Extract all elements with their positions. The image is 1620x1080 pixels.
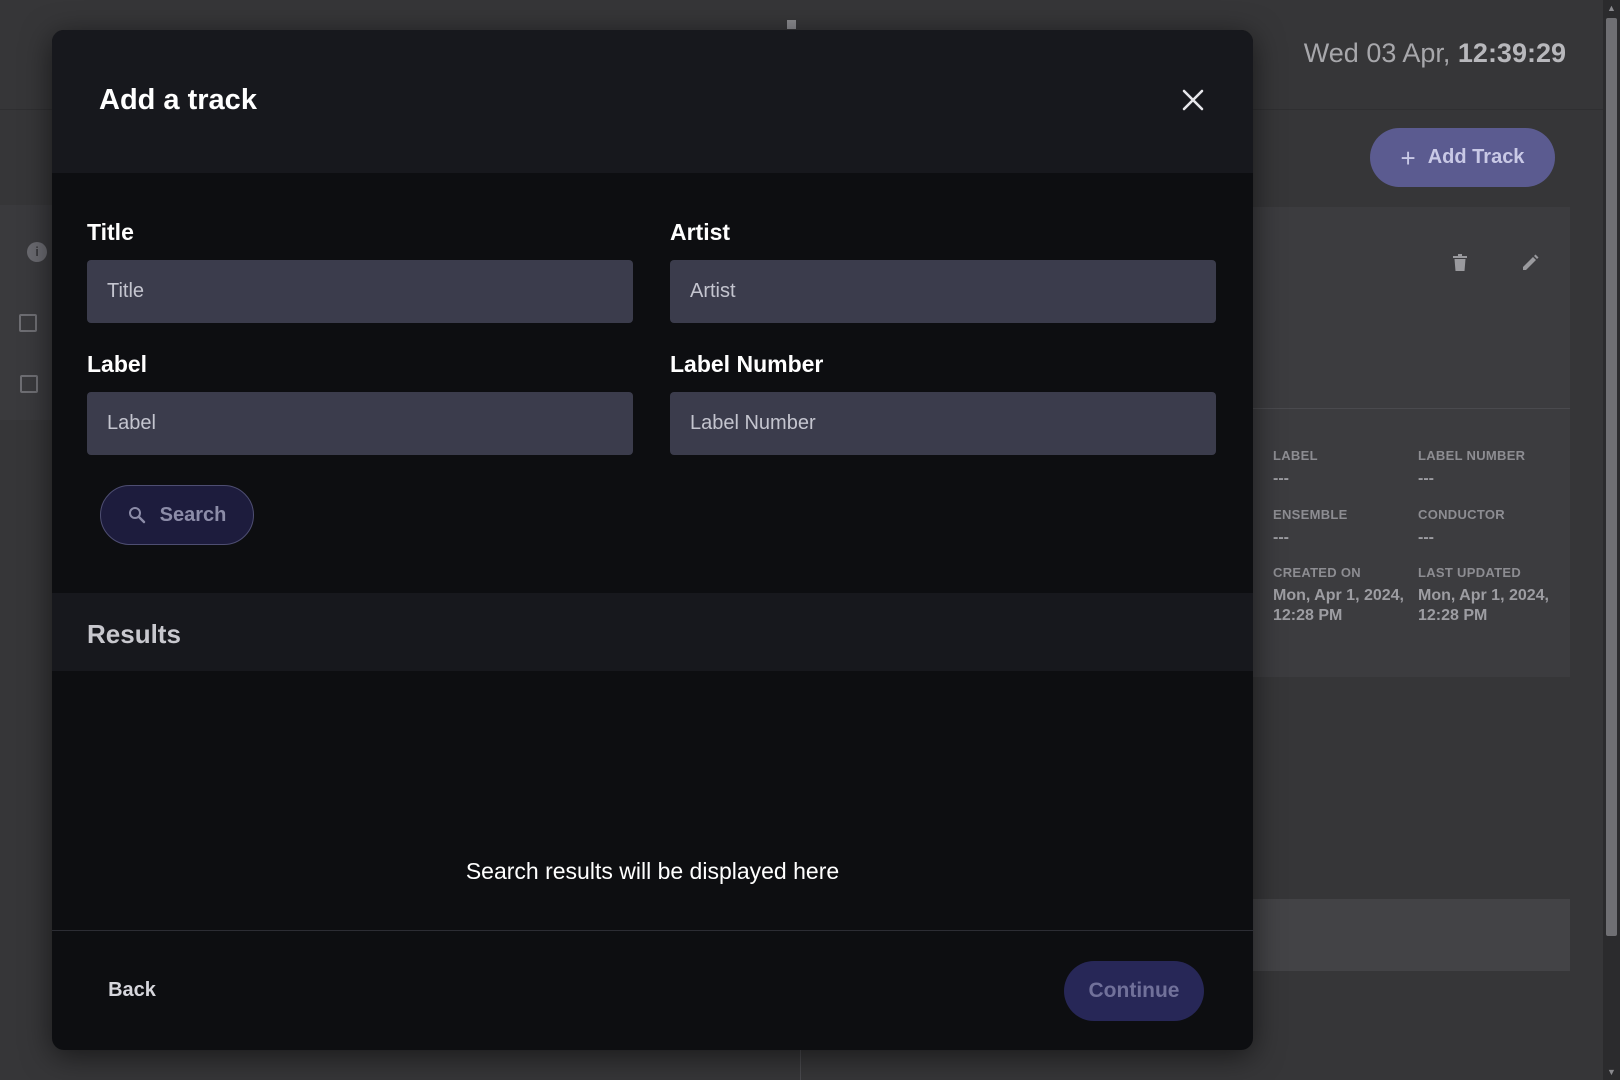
results-heading: Results xyxy=(87,619,181,649)
footer-divider xyxy=(52,930,1253,931)
results-header: Results xyxy=(52,593,1253,671)
meta-conductor: CONDUCTOR --- xyxy=(1418,507,1505,546)
label-input[interactable] xyxy=(87,392,633,455)
meta-label-number: LABEL NUMBER --- xyxy=(1418,448,1526,487)
scroll-down-icon[interactable]: ▼ xyxy=(1603,1064,1620,1080)
meta-created-on: CREATED ON Mon, Apr 1, 2024, 12:28 PM xyxy=(1273,565,1404,624)
row-checkbox[interactable] xyxy=(19,314,37,332)
search-button-label: Search xyxy=(159,503,227,526)
close-icon xyxy=(1182,89,1204,111)
title-input[interactable] xyxy=(87,260,633,323)
add-track-modal: Add a track Title Artist Label Label Num… xyxy=(52,30,1253,1050)
meta-ensemble: ENSEMBLE --- xyxy=(1273,507,1348,546)
label-number-label: Label Number xyxy=(670,351,824,377)
scroll-up-icon[interactable]: ▲ xyxy=(1603,0,1620,16)
label-label: Label xyxy=(87,351,148,377)
bottom-bar xyxy=(1253,899,1570,971)
meta-label: LABEL --- xyxy=(1273,448,1318,487)
card-divider xyxy=(1253,408,1570,409)
datetime-display: Wed 03 Apr, 12:39:29 xyxy=(1304,38,1566,69)
close-button[interactable] xyxy=(1177,84,1209,116)
row-checkbox[interactable] xyxy=(20,375,38,393)
results-empty-message: Search results will be displayed here xyxy=(465,858,840,884)
scrollbar-thumb[interactable] xyxy=(1606,18,1617,936)
drag-handle xyxy=(787,20,796,29)
meta-last-updated: LAST UPDATED Mon, Apr 1, 2024, 12:28 PM xyxy=(1418,565,1549,624)
title-label: Title xyxy=(87,219,134,245)
search-button[interactable]: Search xyxy=(100,485,254,545)
search-icon xyxy=(128,507,145,524)
modal-header: Add a track xyxy=(52,30,1253,173)
modal-title: Add a track xyxy=(99,84,257,116)
add-track-label: Add Track xyxy=(1427,146,1525,168)
info-icon: i xyxy=(27,242,47,262)
label-number-input[interactable] xyxy=(670,392,1216,455)
artist-label: Artist xyxy=(670,219,731,245)
add-track-button[interactable]: + Add Track xyxy=(1370,128,1555,187)
continue-button[interactable]: Continue xyxy=(1064,961,1204,1021)
trash-icon[interactable] xyxy=(1453,254,1473,274)
plus-icon: + xyxy=(1400,142,1416,173)
date-text: Wed 03 Apr, xyxy=(1303,38,1458,68)
page-scrollbar[interactable]: ▲ ▼ xyxy=(1603,0,1620,1080)
time-text: 12:39:29 xyxy=(1457,38,1566,68)
artist-input[interactable] xyxy=(670,260,1216,323)
pencil-icon[interactable] xyxy=(1521,254,1541,274)
back-button[interactable]: Back xyxy=(96,970,168,1010)
